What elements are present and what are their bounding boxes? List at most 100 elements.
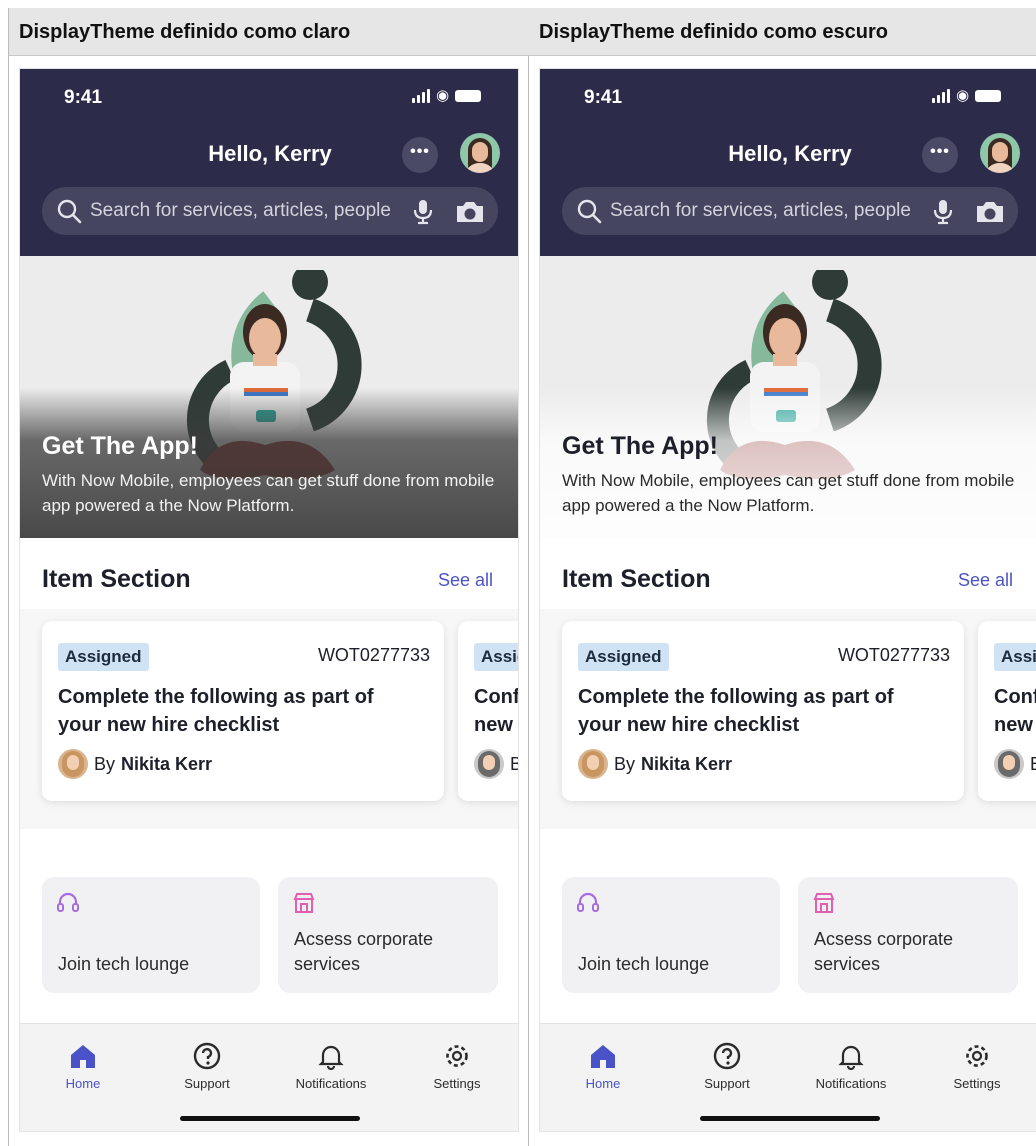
card-title: Conf new [994,686,1036,736]
tile-join-tech-lounge[interactable]: Join tech lounge [562,877,780,993]
home-indicator [700,1116,880,1121]
status-badge: Assigned [578,643,669,671]
tile-label: Acsess corporate services [814,929,954,974]
headset-icon [577,892,599,912]
help-circle-icon [193,1042,221,1070]
bell-icon [838,1045,864,1070]
by-label: E [1030,754,1036,775]
hero-title: Get The App! [42,432,199,460]
home-indicator [180,1116,360,1121]
card-carousel[interactable]: Assigned WOT0277733 Complete the followi… [20,609,519,829]
battery-icon [975,90,1002,102]
author-avatar [994,749,1024,779]
microphone-icon[interactable] [412,199,434,225]
storefront-icon [293,893,315,913]
more-button[interactable]: ••• [402,137,438,173]
tab-home[interactable]: Home [548,1042,658,1091]
hero-banner[interactable]: Get The App! With Now Mobile, employees … [540,256,1036,538]
tab-bar: Home Support Notifications Settings [540,1023,1036,1131]
tile-label: Join tech lounge [58,954,190,974]
greeting: Hello, Kerry [728,141,852,166]
battery-icon [455,90,482,102]
search-placeholder: Search for services, articles, people [610,200,911,221]
hero-title: Get The App! [562,432,719,460]
tile-label: Acsess corporate services [294,929,434,974]
author-avatar [474,749,504,779]
phone-screen: 9:41 ◉ Hello, Kerry ••• Search for servi… [19,68,519,1132]
card-title: Conf new [474,686,519,736]
signal-icon [932,89,950,103]
tab-bar: Home Support Notifications Settings [20,1023,518,1131]
search-bar[interactable]: Search for services, articles, people [562,187,1018,235]
tab-label: Home [585,1076,621,1091]
tab-label: Home [65,1076,101,1091]
by-label: By [614,753,636,774]
tile-join-tech-lounge[interactable]: Join tech lounge [42,877,260,993]
home-icon [591,1045,615,1068]
status-icons: ◉ [412,87,482,104]
tab-notifications[interactable]: Notifications [796,1042,906,1091]
see-all-link[interactable]: See all [958,570,1013,591]
item-card[interactable]: Assig Conf new B [458,621,519,801]
status-badge: Assig [994,643,1036,671]
tab-settings[interactable]: Settings [922,1042,1032,1091]
author-avatar [578,749,608,779]
tab-support[interactable]: Support [152,1042,262,1091]
tile-label: Join tech lounge [578,954,710,974]
comparison-page: DisplayTheme definido como claro 9:41 ◉ … [0,0,1036,1146]
signal-icon [412,89,430,103]
card-author: E [994,749,1036,779]
column-header: DisplayTheme definido como escuro [529,8,1036,56]
search-bar[interactable]: Search for services, articles, people [42,187,498,235]
tab-label: Notifications [295,1076,367,1091]
search-placeholder: Search for services, articles, people [90,200,391,221]
camera-icon[interactable] [454,199,486,225]
tile-corporate-services[interactable]: Acsess corporate services [798,877,1018,993]
hero-body: With Now Mobile, employees can get stuff… [42,471,495,515]
tab-label: Support [704,1076,750,1091]
tab-home[interactable]: Home [28,1042,138,1091]
app-header: 9:41 ◉ Hello, Kerry ••• Search for servi… [20,69,518,256]
tile-corporate-services[interactable]: Acsess corporate services [278,877,498,993]
see-all-link[interactable]: See all [438,570,493,591]
section-title: Item Section [562,565,711,593]
camera-icon[interactable] [974,199,1006,225]
item-card[interactable]: Assigned WOT0277733 Complete the followi… [42,621,444,801]
more-button[interactable]: ••• [922,137,958,173]
tab-notifications[interactable]: Notifications [276,1042,386,1091]
section-title: Item Section [42,565,191,593]
home-icon [71,1045,95,1068]
hero-banner[interactable]: Get The App! With Now Mobile, employees … [20,256,518,538]
wifi-icon: ◉ [956,87,970,104]
hero-body: With Now Mobile, employees can get stuff… [562,471,1015,515]
item-number: WOT0277733 [837,645,950,665]
wifi-icon: ◉ [436,87,450,104]
tab-label: Notifications [815,1076,887,1091]
microphone-icon[interactable] [932,199,954,225]
avatar[interactable] [460,133,500,173]
greeting: Hello, Kerry [208,141,332,166]
column-dark-theme: DisplayTheme definido como escuro 9:41 ◉… [529,8,1036,1146]
card-author: By Nikita Kerr [578,749,732,779]
column-header: DisplayTheme definido como claro [9,8,529,56]
tab-label: Settings [433,1076,481,1091]
bell-icon [318,1045,344,1070]
tab-settings[interactable]: Settings [402,1042,512,1091]
item-card[interactable]: Assigned WOT0277733 Complete the followi… [562,621,964,801]
status-time: 9:41 [584,87,623,108]
item-number: WOT0277733 [317,645,430,665]
phone-screen: 9:41 ◉ Hello, Kerry ••• Search for servi… [539,68,1036,1132]
avatar[interactable] [980,133,1020,173]
item-card[interactable]: Assig Conf new E [978,621,1036,801]
search-icon [577,199,602,224]
status-time: 9:41 [64,87,103,108]
tab-support[interactable]: Support [672,1042,782,1091]
tab-label: Support [184,1076,230,1091]
status-badge: Assig [474,643,518,671]
card-title: Complete the following as part of your n… [578,686,894,736]
by-label: B [510,754,518,775]
card-author: By Nikita Kerr [58,749,212,779]
search-icon [57,199,82,224]
app-header: 9:41 ◉ Hello, Kerry ••• Search for servi… [540,69,1036,256]
card-carousel[interactable]: Assigned WOT0277733 Complete the followi… [540,609,1036,829]
